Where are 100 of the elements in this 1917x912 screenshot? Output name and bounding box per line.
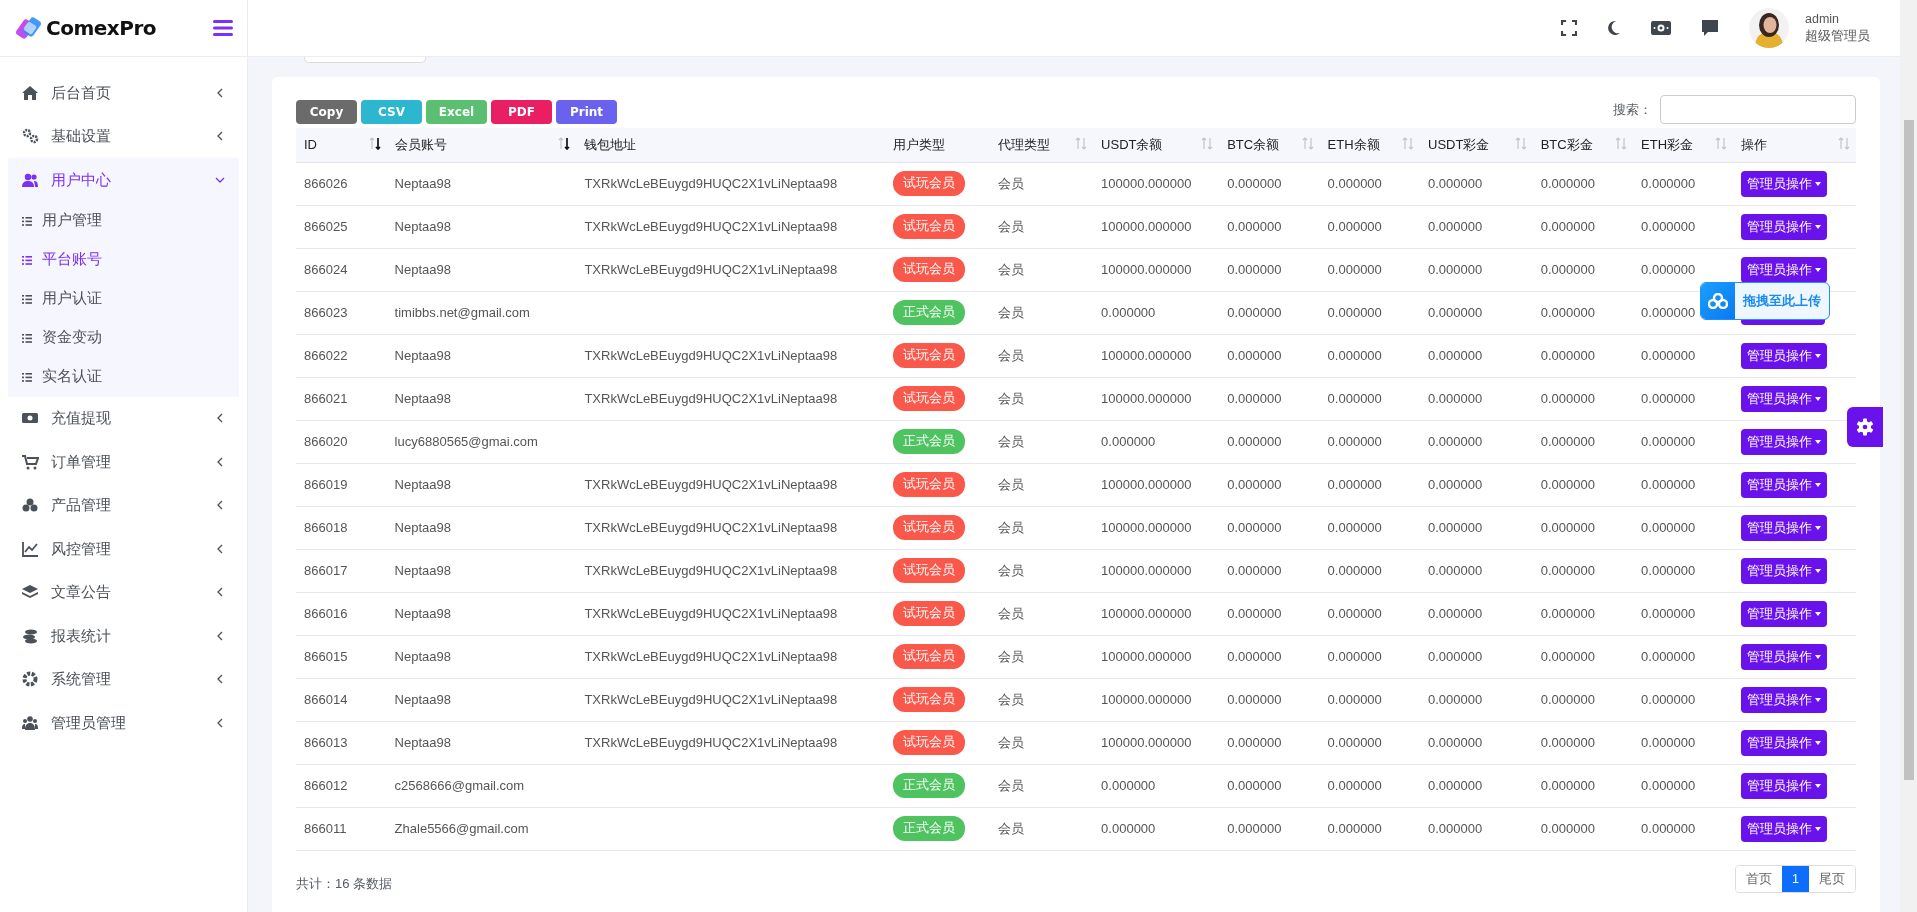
table-cell: 866019 — [296, 463, 387, 506]
chat-icon[interactable] — [1701, 19, 1719, 37]
table-cell: 0.000000 — [1633, 162, 1734, 205]
column-header[interactable]: BTC彩金 — [1532, 128, 1634, 162]
export-button[interactable]: Print — [556, 100, 617, 124]
table-cell: 会员 — [990, 162, 1094, 205]
admin-action-button[interactable]: 管理员操作 — [1741, 772, 1828, 799]
admin-action-button[interactable]: 管理员操作 — [1741, 428, 1828, 455]
table-cell: 100000.000000 — [1093, 506, 1220, 549]
table-cell: 0.000000 — [1420, 764, 1533, 807]
money-icon[interactable] — [1651, 21, 1671, 35]
admin-action-button[interactable]: 管理员操作 — [1741, 471, 1828, 498]
coins-icon — [22, 627, 39, 644]
sidebar-subitem[interactable]: 资金变动 — [8, 318, 239, 358]
table-cell: TXRkWcLeBEuygd9HUQC2X1vLiNeptaa98 — [576, 678, 885, 721]
sidebar-item[interactable]: 报表统计 — [8, 614, 239, 658]
fullscreen-icon[interactable] — [1561, 20, 1577, 36]
sort-icon[interactable] — [368, 137, 381, 150]
table-cell: 0.000000 — [1219, 463, 1320, 506]
admin-action-button[interactable]: 管理员操作 — [1741, 815, 1828, 842]
column-header[interactable]: USDT余额 — [1093, 128, 1220, 162]
table-cell: 会员 — [990, 592, 1094, 635]
table-cell: 0.000000 — [1420, 549, 1533, 592]
search-field[interactable] — [1660, 95, 1856, 124]
sidebar-subitem[interactable]: 用户认证 — [8, 279, 239, 319]
table-cell: 0.000000 — [1319, 248, 1420, 291]
column-header[interactable]: 操作 — [1733, 128, 1856, 162]
table-cell: TXRkWcLeBEuygd9HUQC2X1vLiNeptaa98 — [576, 721, 885, 764]
table-cell: 会员 — [990, 764, 1094, 807]
column-header[interactable]: ETH余额 — [1319, 128, 1420, 162]
table-cell: 866016 — [296, 592, 387, 635]
table-cell: 0.000000 — [1633, 764, 1734, 807]
table-cell: TXRkWcLeBEuygd9HUQC2X1vLiNeptaa98 — [576, 377, 885, 420]
admin-action-button[interactable]: 管理员操作 — [1741, 213, 1828, 240]
table-cell: 100000.000000 — [1093, 463, 1220, 506]
page-link[interactable]: 1 — [1782, 865, 1809, 893]
sidebar-item[interactable]: 管理员管理 — [8, 701, 239, 745]
avatar[interactable] — [1749, 8, 1789, 48]
admin-action-button[interactable]: 管理员操作 — [1741, 686, 1828, 713]
table-cell: TXRkWcLeBEuygd9HUQC2X1vLiNeptaa98 — [576, 549, 885, 592]
table-cell: TXRkWcLeBEuygd9HUQC2X1vLiNeptaa98 — [576, 463, 885, 506]
table-cell: 0.000000 — [1532, 721, 1634, 764]
column-header[interactable]: USDT彩金 — [1420, 128, 1533, 162]
admin-action-button[interactable]: 管理员操作 — [1741, 385, 1828, 412]
sidebar-item[interactable]: 订单管理 — [8, 440, 239, 484]
table-cell: 0.000000 — [1319, 334, 1420, 377]
table-cell: 0.000000 — [1319, 377, 1420, 420]
admin-action-button[interactable]: 管理员操作 — [1741, 342, 1828, 369]
export-button[interactable]: Copy — [296, 100, 357, 124]
admin-action-button[interactable]: 管理员操作 — [1741, 256, 1828, 283]
table-cell: 0.000000 — [1319, 807, 1420, 850]
sidebar-subitem[interactable]: 实名认证 — [8, 357, 239, 397]
moon-icon[interactable] — [1607, 20, 1621, 36]
sidebar-item[interactable]: 用户中心 — [8, 158, 239, 202]
column-header[interactable]: ID — [296, 128, 387, 162]
table-cell: 0.000000 — [1532, 807, 1634, 850]
home-icon — [22, 84, 39, 101]
admin-action-button[interactable]: 管理员操作 — [1741, 557, 1828, 584]
user-type-badge: 试玩会员 — [892, 214, 965, 239]
table-cell: 100000.000000 — [1093, 205, 1220, 248]
table-cell: 100000.000000 — [1093, 248, 1220, 291]
total-count: 共计：16 条数据 — [296, 874, 393, 893]
scrollbar[interactable] — [1900, 0, 1917, 912]
export-button[interactable]: PDF — [491, 100, 552, 124]
table-cell: 0.000000 — [1532, 377, 1634, 420]
sidebar-item[interactable]: 充值提现 — [8, 396, 239, 440]
admin-action-button[interactable]: 管理员操作 — [1741, 170, 1828, 197]
sidebar-subitem[interactable]: 用户管理 — [8, 201, 239, 241]
table-cell: 0.000000 — [1093, 291, 1220, 334]
column-header: 钱包地址 — [576, 128, 885, 162]
column-header[interactable]: 代理类型 — [990, 128, 1094, 162]
sidebar-item[interactable]: 文章公告 — [8, 570, 239, 614]
table-cell: 866024 — [296, 248, 387, 291]
table-cell: 0.000000 — [1420, 506, 1533, 549]
sidebar-item[interactable]: 风控管理 — [8, 527, 239, 571]
sidebar-item[interactable]: 后台首页 — [8, 71, 239, 115]
sidebar-item[interactable]: 系统管理 — [8, 657, 239, 701]
table-cell: 0.000000 — [1420, 721, 1533, 764]
column-header[interactable]: BTC余额 — [1219, 128, 1320, 162]
admin-action-button[interactable]: 管理员操作 — [1741, 600, 1828, 627]
table-cell: 0.000000 — [1219, 549, 1320, 592]
table-cell: 0.000000 — [1219, 764, 1320, 807]
table-cell: 0.000000 — [1420, 334, 1533, 377]
sidebar-item[interactable]: 产品管理 — [8, 483, 239, 527]
admin-action-button[interactable]: 管理员操作 — [1741, 729, 1828, 756]
table-cell: 0.000000 — [1319, 635, 1420, 678]
table-cell: 0.000000 — [1319, 592, 1420, 635]
select-field[interactable] — [304, 57, 426, 63]
admin-action-button[interactable]: 管理员操作 — [1741, 643, 1828, 670]
chevron-icon — [215, 87, 225, 98]
admin-action-button[interactable]: 管理员操作 — [1741, 514, 1828, 541]
column-header[interactable]: 会员账号 — [386, 128, 577, 162]
table-cell: 0.000000 — [1532, 291, 1634, 334]
menu-icon[interactable] — [213, 19, 233, 37]
sort-icon[interactable] — [558, 137, 571, 150]
column-header[interactable]: ETH彩金 — [1633, 128, 1734, 162]
table-cell: 会员 — [990, 807, 1094, 850]
sidebar-item[interactable]: 基础设置 — [8, 114, 239, 158]
settings-button[interactable] — [1847, 407, 1883, 447]
sidebar-subitem[interactable]: 平台账号 — [8, 240, 239, 280]
